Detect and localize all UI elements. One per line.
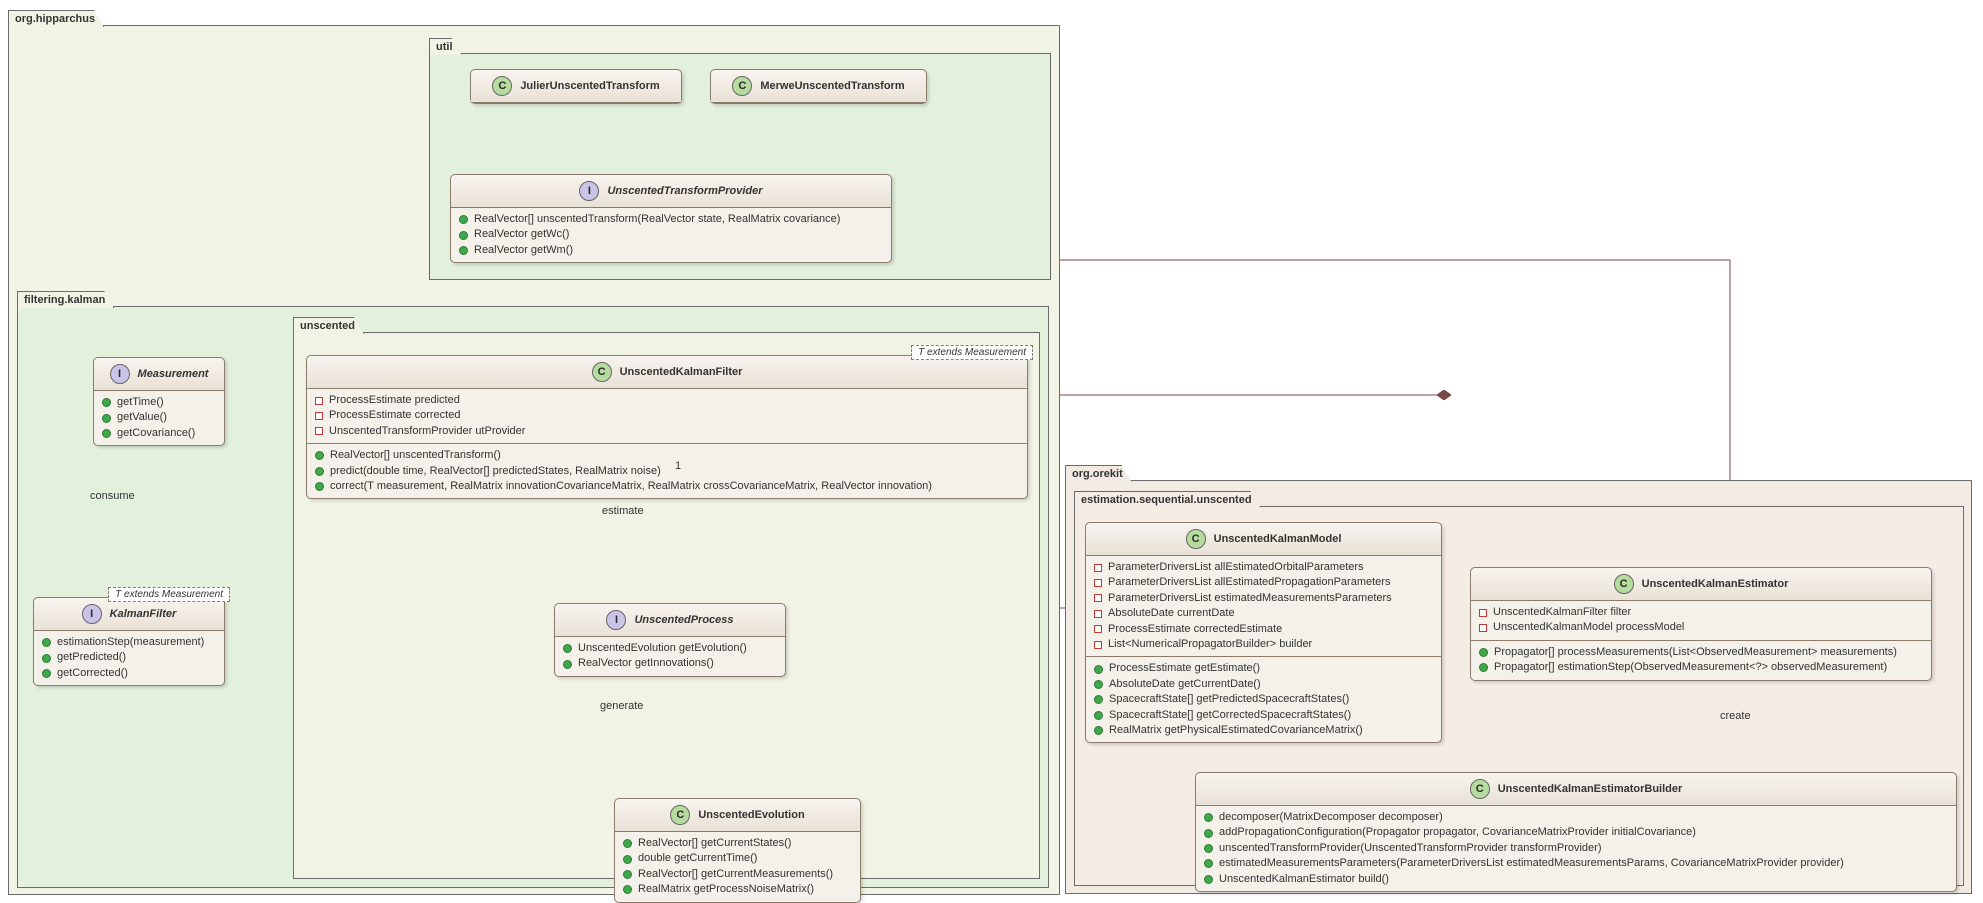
- package-orekit-tab: org.orekit: [1065, 465, 1132, 482]
- package-unscented-tab: unscented: [293, 317, 364, 334]
- package-util: util CJulierUnscentedTransform CMerweUns…: [429, 53, 1051, 280]
- class-icon: C: [732, 76, 752, 96]
- package-estimation-tab: estimation.sequential.unscented: [1074, 491, 1261, 508]
- package-filtering-kalman: filtering.kalman IMeasurement getTime() …: [17, 306, 1049, 888]
- package-hipparchus: org.hipparchus util CJulierUnscentedTran…: [8, 25, 1060, 895]
- interface-unscented-transform-provider: IUnscentedTransformProvider RealVector[]…: [450, 174, 892, 263]
- interface-icon: I: [110, 364, 130, 384]
- package-filtering-kalman-tab: filtering.kalman: [17, 291, 114, 308]
- class-unscented-kalman-estimator: CUnscentedKalmanEstimator UnscentedKalma…: [1470, 567, 1932, 681]
- class-icon: C: [670, 805, 690, 825]
- label-create: create: [1720, 710, 1751, 722]
- class-unscented-kalman-filter: T extends Measurement CUnscentedKalmanFi…: [306, 355, 1028, 499]
- interface-icon: I: [606, 610, 626, 630]
- class-unscented-kalman-model: CUnscentedKalmanModel ParameterDriversLi…: [1085, 522, 1442, 743]
- interface-unscented-process: IUnscentedProcess UnscentedEvolution get…: [554, 603, 786, 677]
- interface-icon: I: [82, 604, 102, 624]
- label-consume: consume: [90, 490, 135, 502]
- label-estimate: estimate: [602, 505, 644, 517]
- class-icon: C: [1470, 779, 1490, 799]
- class-unscented-evolution: CUnscentedEvolution RealVector[] getCurr…: [614, 798, 861, 903]
- package-hipparchus-tab: org.hipparchus: [8, 10, 104, 27]
- class-julier-unscented-transform: CJulierUnscentedTransform: [470, 69, 682, 104]
- package-unscented: unscented T extends Measurement CUnscent…: [293, 332, 1040, 879]
- interface-measurement: IMeasurement getTime() getValue() getCov…: [93, 357, 225, 446]
- label-generate: generate: [600, 700, 643, 712]
- template-param: T extends Measurement: [108, 587, 230, 602]
- class-icon: C: [1614, 574, 1634, 594]
- class-icon: C: [492, 76, 512, 96]
- interface-icon: I: [579, 181, 599, 201]
- package-estimation-sequential-unscented: estimation.sequential.unscented CUnscent…: [1074, 506, 1964, 886]
- package-util-tab: util: [429, 38, 462, 55]
- class-unscented-kalman-estimator-builder: CUnscentedKalmanEstimatorBuilder decompo…: [1195, 772, 1957, 892]
- class-icon: C: [592, 362, 612, 382]
- package-orekit: org.orekit estimation.sequential.unscent…: [1065, 480, 1972, 894]
- label-one: 1: [675, 460, 681, 472]
- interface-kalman-filter: T extends Measurement IKalmanFilter esti…: [33, 597, 225, 686]
- class-merwe-unscented-transform: CMerweUnscentedTransform: [710, 69, 927, 104]
- class-icon: C: [1186, 529, 1206, 549]
- template-param: T extends Measurement: [911, 345, 1033, 360]
